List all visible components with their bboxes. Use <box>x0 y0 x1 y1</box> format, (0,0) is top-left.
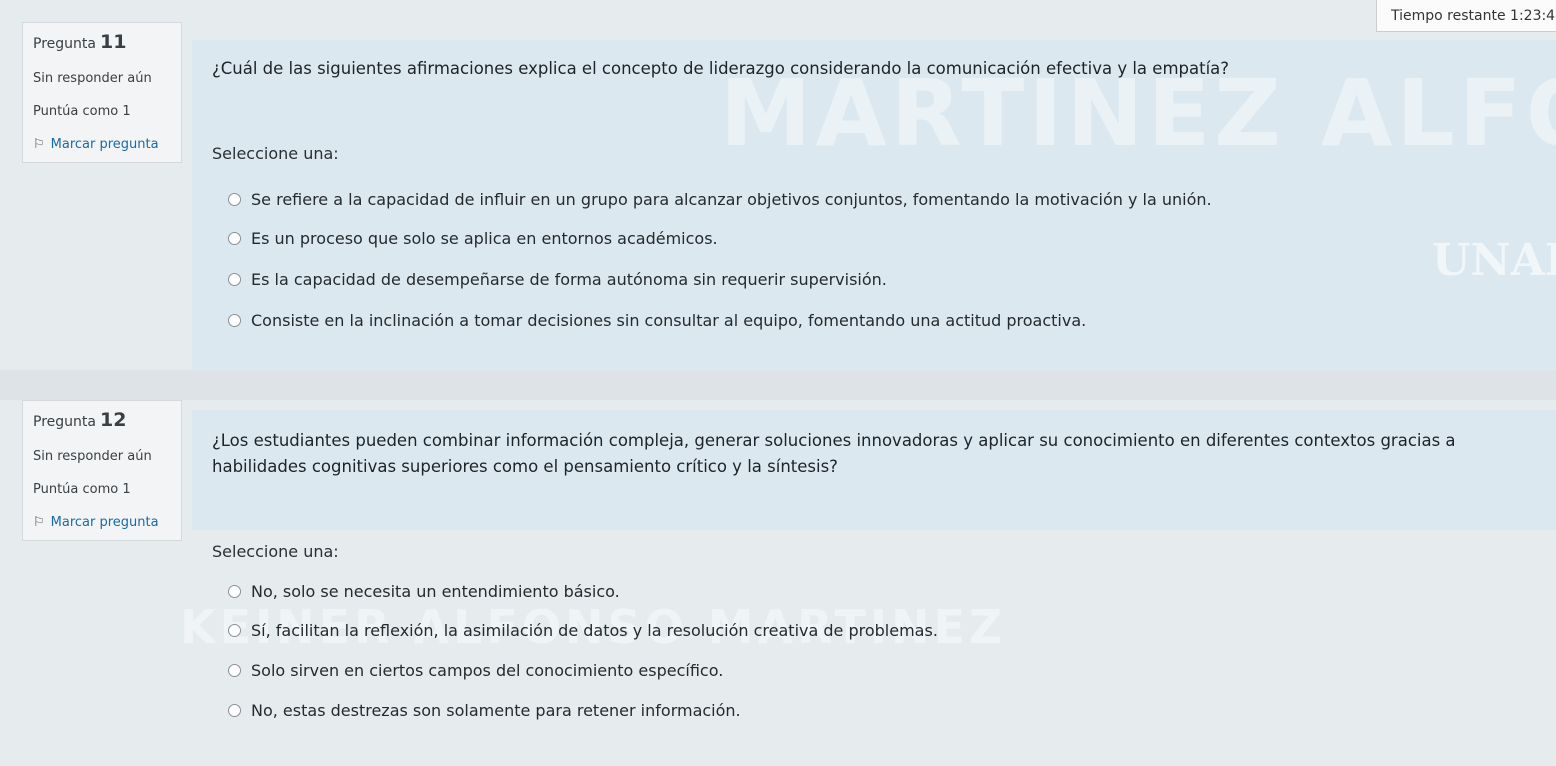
question-info-12: Pregunta 12 Sin responder aún Puntúa como… <box>22 400 182 541</box>
answer-option[interactable]: Sí, facilitan la reflexión, la asimilaci… <box>228 621 938 640</box>
answer-option-label: Consiste en la inclinación a tomar decis… <box>251 311 1087 330</box>
flag-icon: ⚐ <box>33 137 45 152</box>
radio-button[interactable] <box>228 273 241 286</box>
radio-button[interactable] <box>228 314 241 327</box>
radio-button[interactable] <box>228 624 241 637</box>
question-points: Puntúa como 1 <box>33 104 131 119</box>
flag-question-link[interactable]: ⚐ Marcar pregunta <box>33 515 171 530</box>
question-status: Sin responder aún <box>33 71 152 86</box>
answer-option[interactable]: No, solo se necesita un entendimiento bá… <box>228 582 620 601</box>
flag-question-label: Marcar pregunta <box>50 137 159 152</box>
answer-option-label: No, estas destrezas son solamente para r… <box>251 701 741 720</box>
question-text: ¿Los estudiantes pueden combinar informa… <box>212 431 1456 476</box>
question-info-11: Pregunta 11 Sin responder aún Puntúa como… <box>22 22 182 163</box>
answer-option[interactable]: Solo sirven en ciertos campos del conoci… <box>228 661 723 680</box>
answer-option-label: Sí, facilitan la reflexión, la asimilaci… <box>251 621 938 640</box>
answer-option[interactable]: Es la capacidad de desempeñarse de forma… <box>228 270 887 289</box>
radio-button[interactable] <box>228 664 241 677</box>
question-number: Pregunta 12 <box>33 409 127 431</box>
answer-option[interactable]: Consiste en la inclinación a tomar decis… <box>228 311 1086 330</box>
flag-question-label: Marcar pregunta <box>50 515 159 530</box>
answer-option-label: Se refiere a la capacidad de influir en … <box>251 190 1212 209</box>
radio-button[interactable] <box>228 232 241 245</box>
radio-button[interactable] <box>228 704 241 717</box>
answer-option[interactable]: No, estas destrezas son solamente para r… <box>228 701 741 720</box>
question-text-panel-12: ¿Los estudiantes pueden combinar informa… <box>192 410 1556 530</box>
answer-option[interactable]: Es un proceso que solo se aplica en ento… <box>228 229 718 248</box>
flag-question-link[interactable]: ⚐ Marcar pregunta <box>33 137 171 152</box>
question-separator <box>0 370 1556 400</box>
question-status: Sin responder aún <box>33 449 152 464</box>
quiz-page: Tiempo restante 1:23:4 Pregunta 11 Sin re… <box>0 0 1556 766</box>
timer-label: Tiempo restante <box>1391 8 1506 24</box>
answer-option-label: Solo sirven en ciertos campos del conoci… <box>251 661 724 680</box>
answer-option-label: No, solo se necesita un entendimiento bá… <box>251 582 620 601</box>
question-text: ¿Cuál de las siguientes afirmaciones exp… <box>212 59 1230 78</box>
flag-icon: ⚐ <box>33 515 45 530</box>
answer-option-label: Es un proceso que solo se aplica en ento… <box>251 229 718 248</box>
question-number: Pregunta 11 <box>33 31 127 53</box>
question-points: Puntúa como 1 <box>33 482 131 497</box>
radio-button[interactable] <box>228 585 241 598</box>
select-prompt: Seleccione una: <box>212 144 339 163</box>
time-remaining: Tiempo restante 1:23:4 <box>1376 0 1556 32</box>
select-prompt: Seleccione una: <box>212 542 339 561</box>
radio-button[interactable] <box>228 193 241 206</box>
answer-option[interactable]: Se refiere a la capacidad de influir en … <box>228 190 1212 209</box>
timer-value: 1:23:4 <box>1510 8 1556 24</box>
answer-option-label: Es la capacidad de desempeñarse de forma… <box>251 270 887 289</box>
